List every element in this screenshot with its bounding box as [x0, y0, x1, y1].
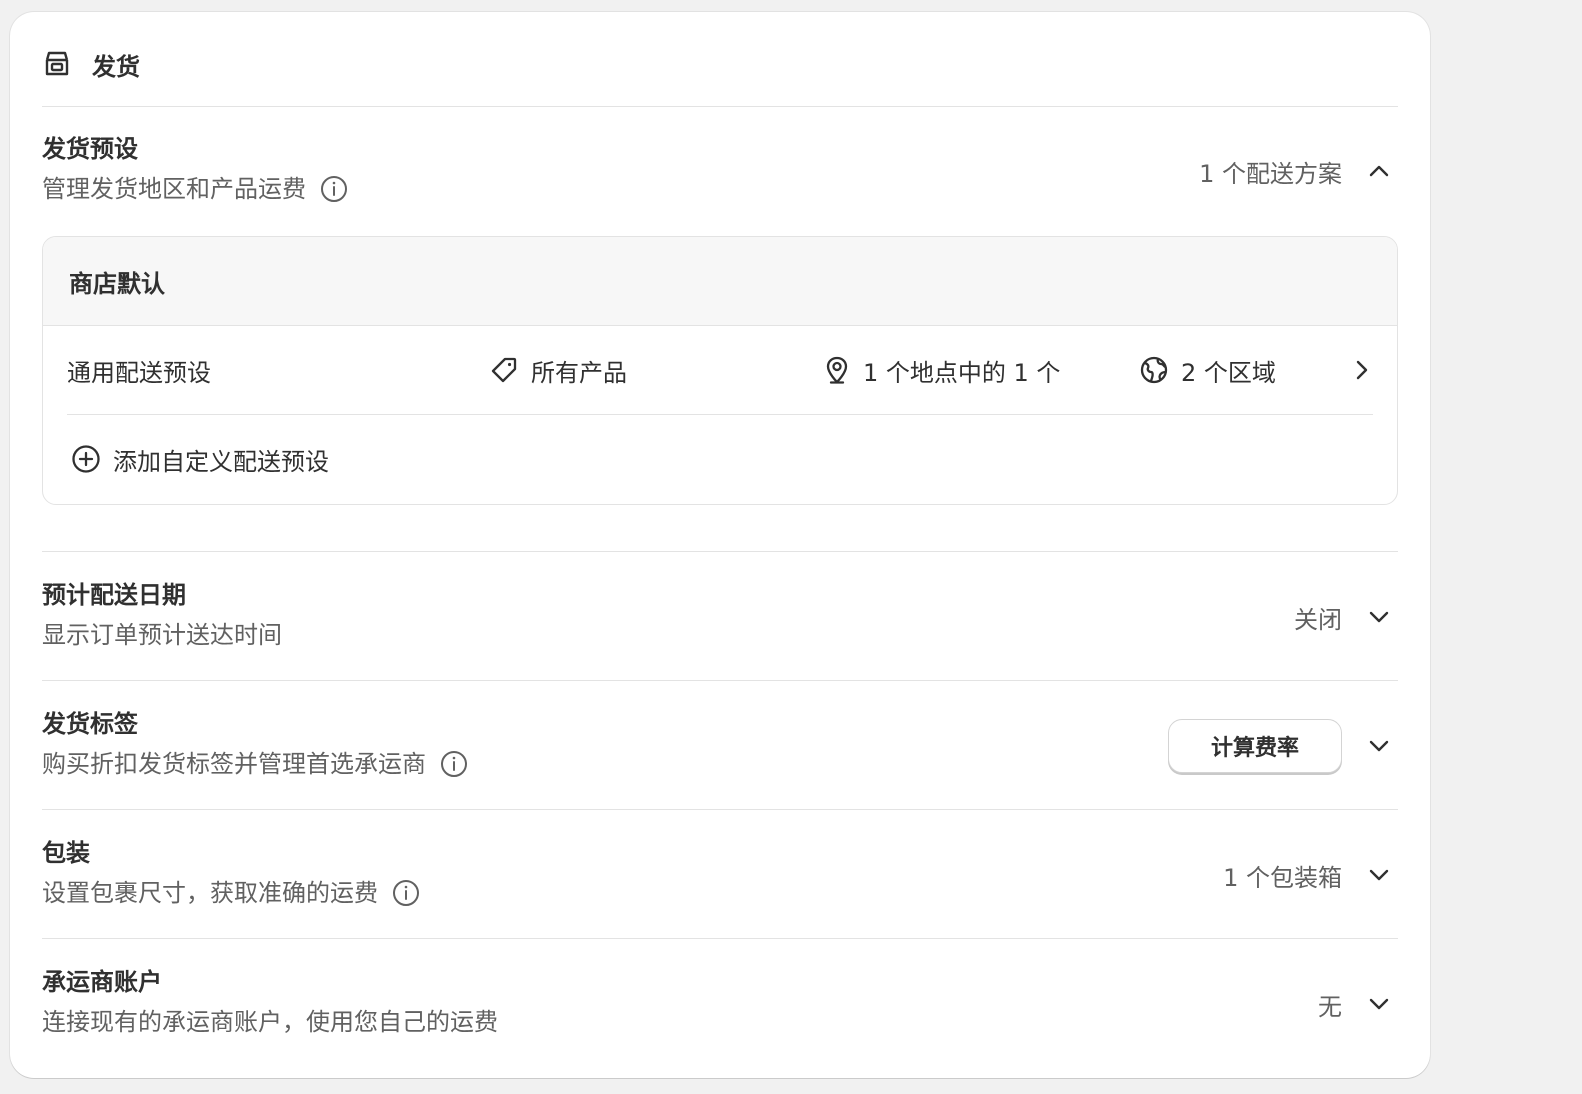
globe-icon	[1139, 355, 1169, 385]
chevron-down-icon[interactable]	[1360, 727, 1398, 765]
chevron-up-icon[interactable]	[1360, 152, 1398, 190]
carrier-accounts-status: 无	[1318, 992, 1342, 1021]
section-summary: 1 个包装箱	[1223, 856, 1398, 894]
chevron-down-icon[interactable]	[1360, 985, 1398, 1023]
shipping-profiles-section: 发货预设 管理发货地区和产品运费 1 个配送方案	[42, 132, 1398, 228]
divider	[42, 938, 1398, 939]
section-title: 包装	[42, 839, 90, 867]
card-title: 发货	[92, 52, 140, 81]
plus-circle-icon	[71, 444, 101, 474]
delivery-dates-section: 预计配送日期 显示订单预计送达时间 关闭	[42, 578, 1398, 674]
section-summary: 计算费率	[1168, 719, 1398, 773]
shipping-labels-section: 发货标签 购买折扣发货标签并管理首选承运商 计算费率	[42, 707, 1398, 803]
location-pin-icon	[823, 355, 851, 385]
packaging-section: 包装 设置包裹尺寸，获取准确的运费 1 个包装箱	[42, 836, 1398, 932]
chevron-right-icon[interactable]	[1355, 326, 1369, 414]
info-icon[interactable]	[392, 879, 420, 907]
add-custom-profile-button[interactable]: 添加自定义配送预设	[43, 415, 1397, 503]
add-custom-profile-label: 添加自定义配送预设	[113, 447, 329, 476]
info-icon[interactable]	[320, 175, 348, 203]
section-description: 连接现有的承运商账户，使用您自己的运费	[42, 1008, 498, 1036]
divider	[42, 809, 1398, 810]
shipping-card: 发货 发货预设 管理发货地区和产品运费 1 个配送方案 商店默认 通用配送预设	[10, 12, 1430, 1078]
divider	[42, 106, 1398, 107]
section-title: 发货预设	[42, 135, 138, 163]
carrier-accounts-section: 承运商账户 连接现有的承运商账户，使用您自己的运费 无	[42, 965, 1398, 1061]
calculate-rates-button[interactable]: 计算费率	[1168, 719, 1342, 773]
store-default-header: 商店默认	[43, 237, 1397, 326]
zones-cell: 2 个区域	[1139, 326, 1276, 414]
divider	[42, 680, 1398, 681]
chevron-down-icon[interactable]	[1360, 856, 1398, 894]
profiles-count: 1 个配送方案	[1199, 159, 1342, 188]
section-summary: 1 个配送方案	[1199, 152, 1398, 190]
profile-name: 通用配送预设	[67, 358, 211, 387]
section-title: 预计配送日期	[42, 581, 186, 609]
products-cell: 所有产品	[489, 326, 627, 414]
packaging-count: 1 个包装箱	[1223, 863, 1342, 892]
delivery-dates-status: 关闭	[1294, 605, 1342, 634]
section-title: 承运商账户	[42, 968, 162, 996]
store-icon	[42, 49, 72, 79]
section-description: 管理发货地区和产品运费	[42, 172, 1398, 206]
chevron-down-icon[interactable]	[1360, 598, 1398, 636]
info-icon[interactable]	[440, 750, 468, 778]
general-profile-row[interactable]: 通用配送预设 所有产品 1 个地点中的 1 个 2 个区域	[67, 326, 1373, 415]
section-summary: 关闭	[1294, 598, 1398, 636]
shipping-profile-box: 商店默认 通用配送预设 所有产品 1 个地点中的 1 个 2 个区域 添加自定义…	[42, 236, 1398, 505]
section-summary: 无	[1318, 985, 1398, 1023]
divider	[42, 551, 1398, 552]
section-description: 显示订单预计送达时间	[42, 621, 282, 649]
card-header: 发货	[42, 42, 140, 86]
section-description: 设置包裹尺寸，获取准确的运费	[42, 876, 1398, 910]
locations-cell: 1 个地点中的 1 个	[823, 326, 1060, 414]
tag-icon	[489, 355, 519, 385]
